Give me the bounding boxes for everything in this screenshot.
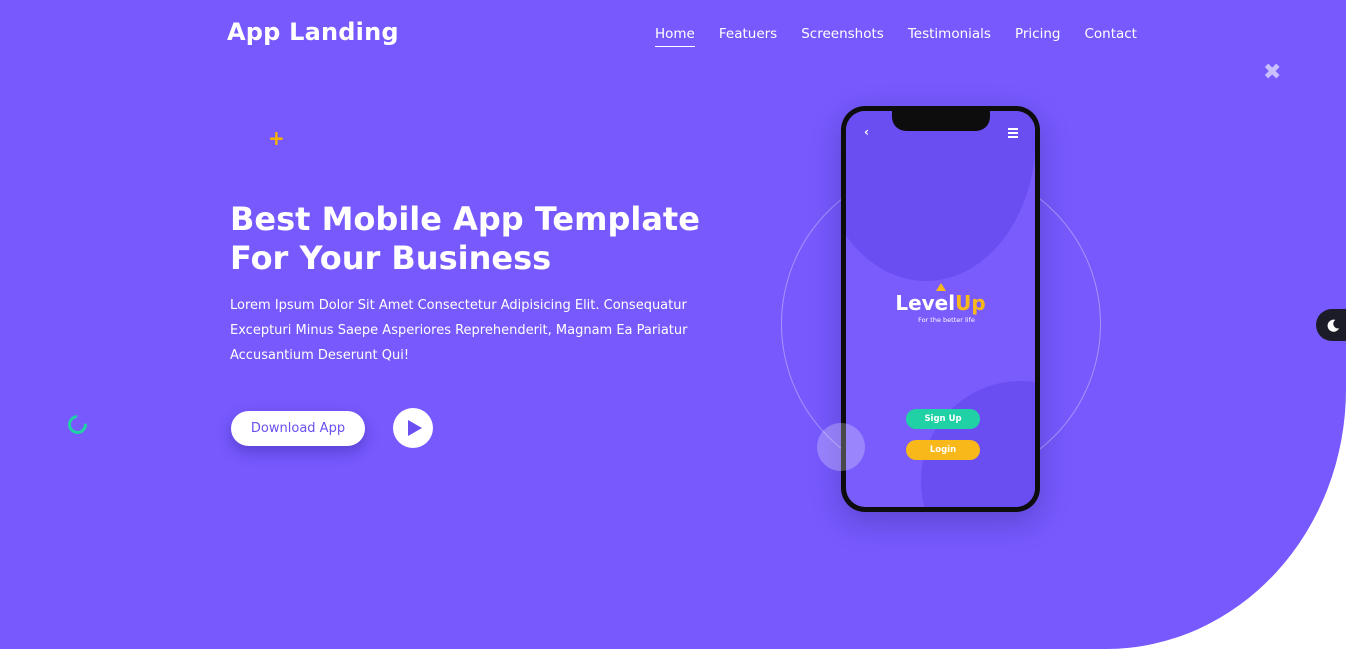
brand-tagline: For the better life bbox=[918, 316, 975, 324]
download-app-button[interactable]: Download App bbox=[231, 411, 365, 446]
phone-notch bbox=[892, 111, 990, 131]
phone-signup-button: Sign Up bbox=[906, 409, 980, 429]
hero-subtitle: Lorem Ipsum Dolor Sit Amet Consectetur A… bbox=[230, 298, 688, 363]
x-decoration-icon: ✖ bbox=[1263, 60, 1282, 85]
brand-arrow-icon bbox=[936, 283, 946, 291]
nav-features[interactable]: Featuers bbox=[719, 26, 777, 47]
decorative-small-circle bbox=[817, 423, 865, 471]
brand-name: LevelUp bbox=[895, 291, 985, 315]
main-nav: Home Featuers Screenshots Testimonials P… bbox=[655, 26, 1137, 47]
nav-screenshots[interactable]: Screenshots bbox=[801, 26, 884, 47]
nav-testimonials[interactable]: Testimonials bbox=[908, 26, 991, 47]
app-brand: LevelUp For the better life bbox=[846, 293, 1035, 324]
plus-decoration-icon: + bbox=[268, 126, 285, 150]
hero-section: App Landing Home Featuers Screenshots Te… bbox=[0, 0, 1346, 649]
site-logo[interactable]: App Landing bbox=[227, 18, 399, 46]
screen-blob-top bbox=[846, 111, 1035, 281]
brand-main-text: Level bbox=[895, 291, 956, 315]
chevron-left-icon: ‹ bbox=[864, 125, 869, 139]
moon-icon bbox=[1327, 319, 1340, 332]
phone-mockup: ‹ LevelUp For the better life Sign Up Lo… bbox=[841, 106, 1040, 512]
play-icon bbox=[407, 420, 422, 436]
play-video-button[interactable] bbox=[393, 408, 433, 448]
nav-contact[interactable]: Contact bbox=[1084, 26, 1137, 47]
ring-decoration-icon bbox=[64, 411, 91, 438]
phone-login-button: Login bbox=[906, 440, 980, 460]
phone-screen: ‹ LevelUp For the better life Sign Up Lo… bbox=[846, 111, 1035, 507]
hero-title: Best Mobile App Template For Your Busine… bbox=[230, 200, 700, 277]
nav-pricing[interactable]: Pricing bbox=[1015, 26, 1061, 47]
dark-mode-toggle[interactable] bbox=[1316, 309, 1346, 341]
brand-accent-text: Up bbox=[955, 291, 986, 315]
nav-home[interactable]: Home bbox=[655, 26, 695, 47]
hamburger-icon bbox=[1008, 128, 1018, 140]
